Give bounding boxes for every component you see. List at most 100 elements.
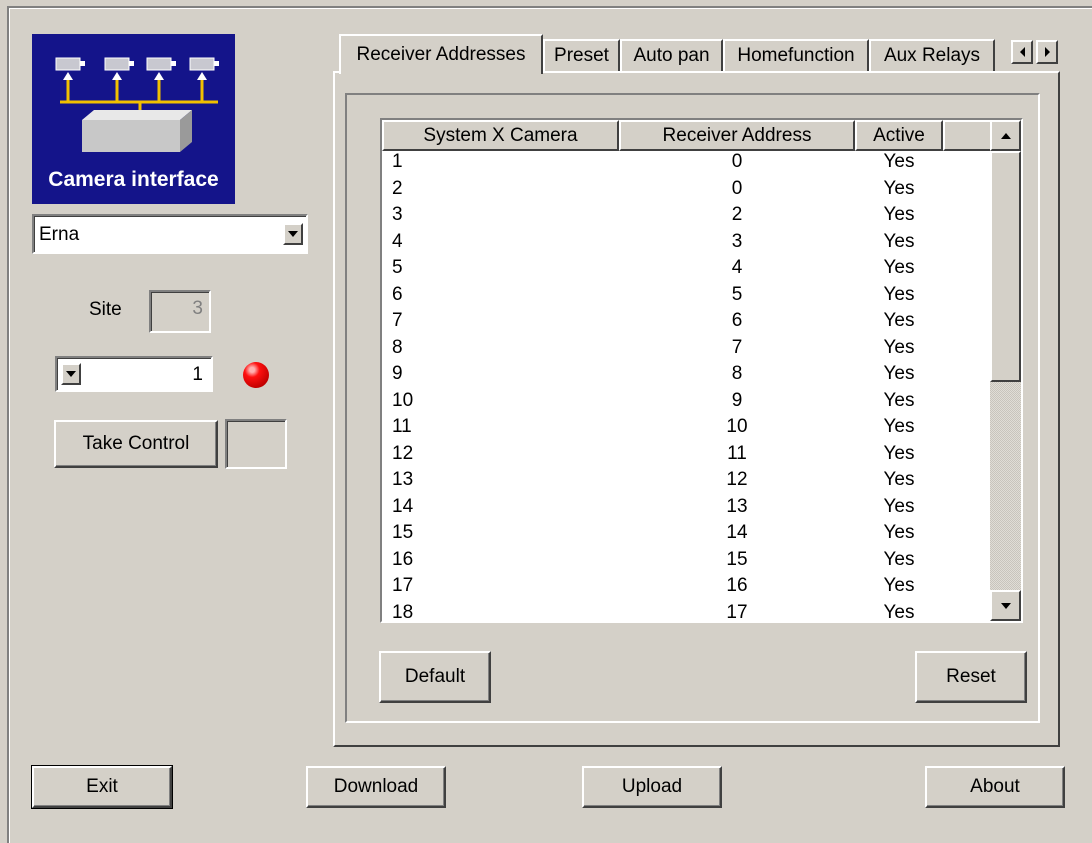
- tab-label: Preset: [554, 45, 609, 66]
- receiver-address-cell: 8: [731, 363, 743, 384]
- site-number-value: 3: [192, 298, 203, 319]
- column-header-label: Receiver Address: [662, 124, 812, 146]
- camera-network-icon: [55, 57, 219, 152]
- table-row[interactable]: 14 13 Yes: [382, 496, 992, 523]
- site-label: Site: [89, 299, 122, 320]
- receiver-address-cell: 12: [726, 469, 748, 490]
- active-cell: Yes: [883, 283, 915, 305]
- camera-number-selector[interactable]: 1: [55, 356, 213, 392]
- table-row[interactable]: 12 11 Yes: [382, 443, 992, 470]
- column-header-receiver-address[interactable]: Receiver Address: [619, 120, 855, 151]
- camera-cell: 2: [392, 177, 403, 199]
- status-led-indicator: [243, 362, 269, 388]
- camera-number-arrow-button[interactable]: [61, 363, 81, 385]
- receiver-address-table[interactable]: System X Camera Receiver Address Active …: [380, 118, 1023, 623]
- tab-receiver-addresses[interactable]: Receiver Addresses: [339, 34, 543, 74]
- table-row[interactable]: 18 17 Yes: [382, 601, 992, 623]
- receiver-address-cell: 5: [731, 283, 743, 305]
- table-row[interactable]: 6 5 Yes: [382, 284, 992, 311]
- scroll-up-button[interactable]: [990, 120, 1021, 151]
- active-cell: Yes: [883, 389, 915, 411]
- take-control-status-field: [225, 419, 287, 469]
- active-cell: Yes: [883, 601, 915, 623]
- tab-homefunction[interactable]: Homefunction: [723, 39, 869, 71]
- column-header-label: System X Camera: [423, 124, 578, 146]
- active-cell: Yes: [883, 416, 915, 437]
- tab-label: Homefunction: [737, 45, 855, 66]
- camera-cell: 9: [392, 363, 403, 384]
- default-button[interactable]: Default: [379, 651, 491, 703]
- reset-button-label: Reset: [946, 666, 996, 687]
- site-selector-arrow-button[interactable]: [283, 223, 303, 245]
- receiver-address-cell: 6: [731, 310, 743, 331]
- active-cell: Yes: [883, 310, 915, 331]
- reset-button[interactable]: Reset: [915, 651, 1027, 703]
- receiver-address-cell: 10: [726, 416, 748, 437]
- table-row[interactable]: 8 7 Yes: [382, 337, 992, 364]
- active-cell: Yes: [883, 177, 915, 199]
- camera-cell: 7: [392, 310, 403, 331]
- chevron-down-icon: [288, 231, 298, 237]
- tab-preset[interactable]: Preset: [543, 39, 620, 71]
- camera-cell: 12: [392, 442, 414, 464]
- site-selector-value: Erna: [39, 224, 80, 245]
- active-cell: Yes: [883, 230, 915, 252]
- arrow-right-icon: [1044, 47, 1050, 57]
- table-vertical-scrollbar[interactable]: [990, 120, 1021, 621]
- column-header-label: Active: [873, 124, 925, 146]
- exit-button[interactable]: Exit: [31, 765, 173, 809]
- column-header-system-x-camera[interactable]: System X Camera: [382, 120, 619, 151]
- take-control-button[interactable]: Take Control: [54, 420, 218, 468]
- tab-scroll-left-button[interactable]: [1011, 40, 1033, 64]
- upload-button[interactable]: Upload: [582, 766, 722, 808]
- camera-cell: 18: [392, 601, 414, 623]
- table-row[interactable]: 5 4 Yes: [382, 257, 992, 284]
- camera-cell: 1: [392, 151, 403, 172]
- scrollbar-thumb[interactable]: [990, 151, 1021, 382]
- table-row[interactable]: 2 0 Yes: [382, 178, 992, 205]
- camera-cell: 15: [392, 522, 414, 543]
- camera-cell: 10: [392, 389, 414, 411]
- camera-cell: 6: [392, 283, 403, 305]
- about-button-label: About: [970, 776, 1020, 797]
- table-row[interactable]: 13 12 Yes: [382, 469, 992, 496]
- download-button-label: Download: [333, 776, 419, 797]
- window-frame-top-highlight: [7, 8, 1092, 9]
- camera-number-value: 1: [192, 364, 203, 385]
- table-row[interactable]: 17 16 Yes: [382, 575, 992, 602]
- active-cell: Yes: [883, 257, 915, 278]
- tab-auto-pan[interactable]: Auto pan: [620, 39, 723, 71]
- table-row[interactable]: 10 9 Yes: [382, 390, 992, 417]
- camera-cell: 17: [392, 575, 414, 596]
- table-row[interactable]: 9 8 Yes: [382, 363, 992, 390]
- table-row[interactable]: 7 6 Yes: [382, 310, 992, 337]
- table-row[interactable]: 4 3 Yes: [382, 231, 992, 258]
- tab-label: Receiver Addresses: [356, 44, 526, 65]
- arrow-left-icon: [1019, 47, 1025, 57]
- site-number-field: 3: [149, 290, 211, 333]
- receiver-address-cell: 14: [726, 522, 748, 543]
- about-button[interactable]: About: [925, 766, 1065, 808]
- receiver-address-cell: 13: [726, 495, 748, 517]
- arrow-down-icon: [1000, 602, 1011, 609]
- table-row[interactable]: 11 10 Yes: [382, 416, 992, 443]
- table-row[interactable]: 16 15 Yes: [382, 549, 992, 576]
- receiver-address-cell: 3: [731, 230, 743, 252]
- site-selector-dropdown[interactable]: Erna: [32, 214, 308, 254]
- table-row[interactable]: 3 2 Yes: [382, 204, 992, 231]
- column-header-active[interactable]: Active: [855, 120, 943, 151]
- receiver-address-cell: 16: [726, 575, 748, 596]
- tab-scroll-right-button[interactable]: [1036, 40, 1058, 64]
- scroll-down-button[interactable]: [990, 590, 1021, 621]
- active-cell: Yes: [883, 495, 915, 517]
- download-button[interactable]: Download: [306, 766, 446, 808]
- active-cell: Yes: [883, 336, 915, 358]
- table-row[interactable]: 1 0 Yes: [382, 151, 992, 178]
- tab-aux-relays[interactable]: Aux Relays: [869, 39, 995, 71]
- table-row[interactable]: 15 14 Yes: [382, 522, 992, 549]
- camera-cell: 4: [392, 230, 403, 252]
- chevron-down-icon: [66, 371, 76, 377]
- active-cell: Yes: [883, 204, 915, 225]
- active-cell: Yes: [883, 151, 915, 172]
- receiver-address-cell: 2: [731, 204, 743, 225]
